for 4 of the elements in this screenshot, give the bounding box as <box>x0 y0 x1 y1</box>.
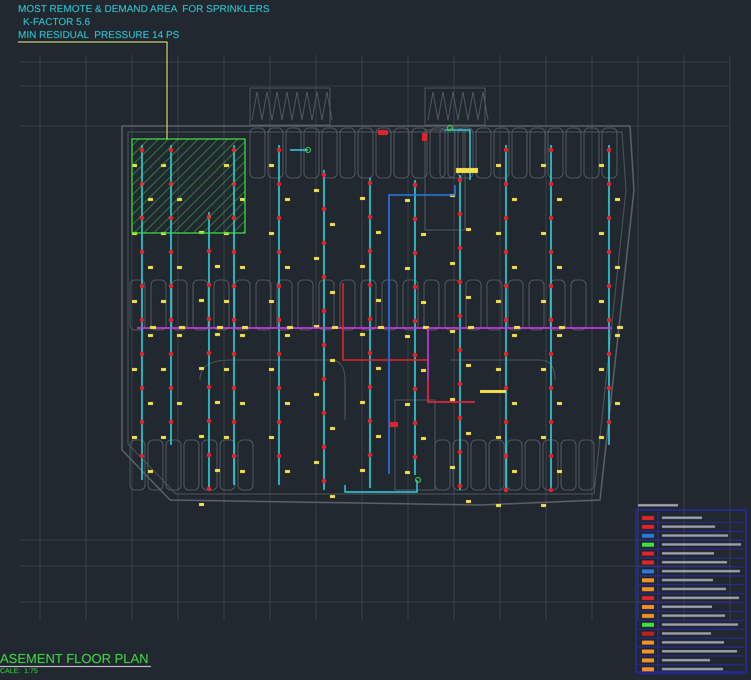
annotation-text: MOST REMOTE & DEMAND AREA FOR SPRINKLERS <box>18 4 270 16</box>
annotation-text: MIN RESIDUAL PRESSURE 14 PS <box>18 30 180 42</box>
drawing-title: ASEMENT FLOOR PLAN <box>0 651 151 667</box>
annotation-text: K-FACTOR 5.6 <box>22 17 92 29</box>
